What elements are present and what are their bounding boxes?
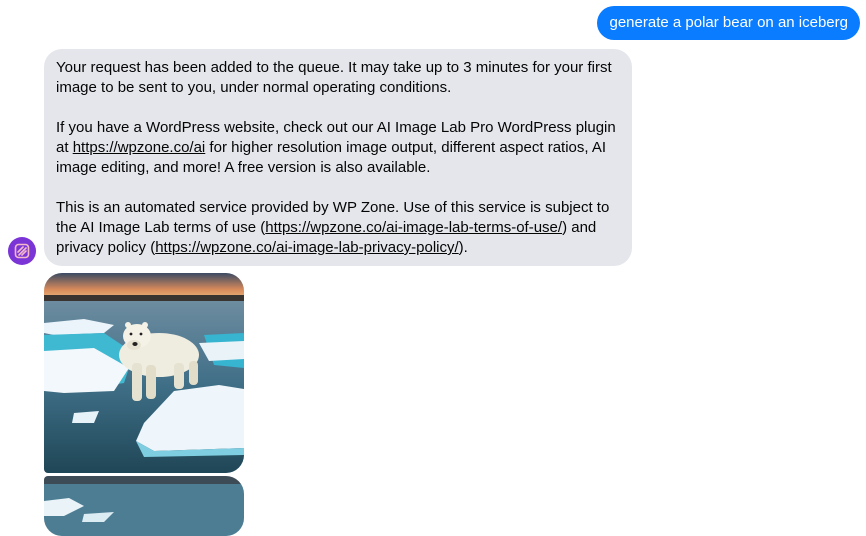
received-message-bubble[interactable]: Your request has been added to the queue… [44, 49, 632, 266]
ocean-ice-image [44, 476, 244, 536]
terms-of-use-link[interactable]: https://wpzone.co/ai-image-lab-terms-of-… [265, 219, 562, 236]
generated-image-polar-bear[interactable] [44, 273, 244, 473]
reply-paragraph-queue: Your request has been added to the queue… [56, 59, 612, 96]
sent-message-text: generate a polar bear on an iceberg [609, 14, 848, 31]
generated-image-second[interactable] [44, 476, 244, 536]
ai-image-lab-logo-icon [14, 243, 30, 259]
privacy-policy-link[interactable]: https://wpzone.co/ai-image-lab-privacy-p… [155, 239, 458, 256]
polar-bear-image [44, 273, 244, 473]
terms-text-end: ). [458, 239, 468, 256]
sent-message-bubble[interactable]: generate a polar bear on an iceberg [597, 6, 860, 40]
reply-paragraph-terms: This is an automated service provided by… [56, 198, 620, 258]
sender-avatar[interactable] [8, 237, 36, 265]
reply-paragraph-plugin: If you have a WordPress website, check o… [56, 118, 620, 178]
wpzone-ai-link[interactable]: https://wpzone.co/ai [73, 139, 206, 156]
